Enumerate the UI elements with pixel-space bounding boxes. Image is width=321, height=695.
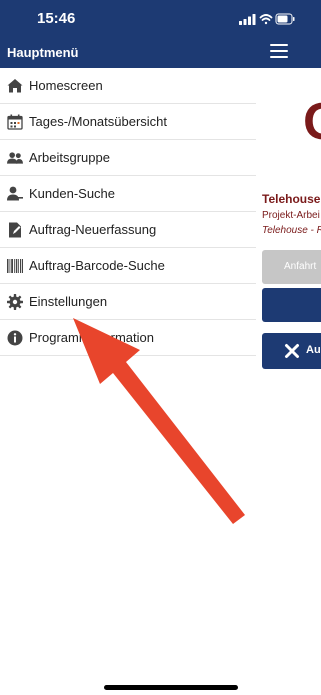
- background-heading: O: [303, 92, 321, 152]
- page-title: Hauptmenü: [7, 45, 79, 60]
- info-icon: [7, 330, 23, 346]
- wifi-icon: [259, 14, 273, 25]
- status-time: 15:46: [37, 10, 76, 27]
- menu-item-label: Einstellungen: [29, 294, 108, 309]
- menu-item-auftrag-neuerfassung[interactable]: Auftrag-Neuerfassung: [0, 212, 256, 248]
- status-bar: 15:46: [0, 0, 321, 36]
- background-content: O Telehouse Projekt-Arbei Telehouse - R …: [256, 68, 321, 695]
- menu-item-label: Kunden-Suche: [29, 186, 116, 201]
- battery-icon: [275, 13, 295, 25]
- menu-item-homescreen[interactable]: Homescreen: [0, 68, 256, 104]
- side-menu: Homescreen Tages-/Monatsübersicht Arbeit…: [0, 68, 256, 356]
- group-icon: [7, 150, 23, 166]
- primary-action-button[interactable]: [262, 288, 321, 322]
- gear-icon: [7, 293, 23, 310]
- menu-item-label: Auftrag-Barcode-Suche: [29, 258, 165, 273]
- menu-item-kunden-suche[interactable]: Kunden-Suche: [0, 176, 256, 212]
- auftrag-button[interactable]: Au: [262, 333, 321, 369]
- menu-item-label: Arbeitsgruppe: [29, 150, 110, 165]
- project-title: Telehouse: [262, 192, 321, 206]
- tools-icon: [284, 343, 300, 364]
- menu-toggle-icon[interactable]: [270, 44, 288, 58]
- menu-item-label: Homescreen: [29, 78, 103, 93]
- home-icon: [7, 78, 23, 94]
- menu-item-programminformation[interactable]: Programminformation: [0, 320, 256, 356]
- menu-item-label: Programminformation: [29, 330, 154, 345]
- menu-item-label: Tages-/Monatsübersicht: [29, 114, 168, 129]
- auftrag-button-label: Au: [306, 344, 321, 356]
- menu-item-tages-monatsuebersicht[interactable]: Tages-/Monatsübersicht: [0, 104, 256, 140]
- menu-item-einstellungen[interactable]: Einstellungen: [0, 284, 256, 320]
- menu-item-auftrag-barcode-suche[interactable]: Auftrag-Barcode-Suche: [0, 248, 256, 284]
- anfahrt-button[interactable]: Anfahrt: [262, 250, 321, 284]
- menu-item-label: Auftrag-Neuerfassung: [29, 222, 157, 237]
- barcode-icon: [7, 258, 23, 274]
- edit-document-icon: [7, 222, 23, 238]
- user-search-icon: [7, 186, 23, 202]
- menu-item-arbeitsgruppe[interactable]: Arbeitsgruppe: [0, 140, 256, 176]
- calendar-icon: [7, 114, 23, 130]
- signal-icon: [239, 14, 256, 25]
- status-icons: [239, 12, 295, 30]
- project-subtitle: Projekt-Arbei: [262, 210, 320, 221]
- home-indicator[interactable]: [104, 685, 238, 690]
- project-location: Telehouse - R: [262, 225, 321, 236]
- nav-bar: Hauptmenü: [0, 36, 321, 68]
